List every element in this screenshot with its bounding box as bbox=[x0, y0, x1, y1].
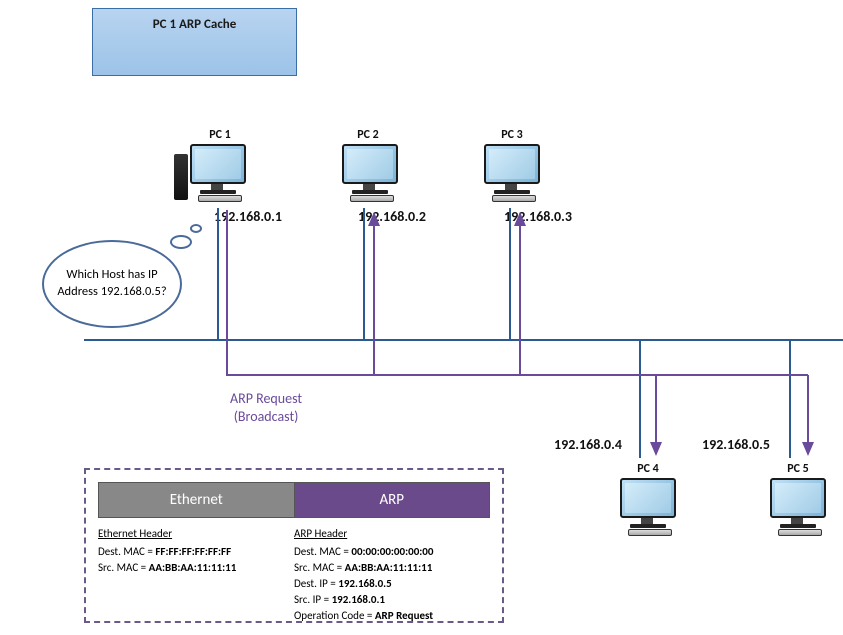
pc5-ip: 192.168.0.5 bbox=[702, 436, 770, 453]
eth-src-mac-label: Src. MAC = bbox=[98, 561, 149, 574]
arp-op: ARP Request bbox=[375, 609, 433, 622]
arp-request-label: ARP Request (Broadcast) bbox=[230, 390, 302, 426]
arp-op-label: Operation Code = bbox=[294, 609, 375, 622]
pc4-icon bbox=[608, 478, 680, 536]
eth-src-mac: AA:BB:AA:11:11:11 bbox=[149, 561, 237, 574]
pc4-label: PC 4 bbox=[618, 462, 678, 476]
arp-dest-mac: 00:00:00:00:00:00 bbox=[351, 545, 433, 558]
arp-dest-mac-label: Dest. MAC = bbox=[294, 545, 351, 558]
ethernet-header-cell: Ethernet bbox=[99, 483, 294, 517]
arp-header-title: ARP Header bbox=[294, 526, 484, 542]
arp-request-line1: ARP Request bbox=[230, 390, 302, 407]
speech-bubble-text: Which Host has IP Address 192.168.0.5? bbox=[52, 267, 172, 301]
eth-dest-mac: FF:FF:FF:FF:FF:FF bbox=[155, 545, 231, 558]
eth-dest-mac-label: Dest. MAC = bbox=[98, 545, 155, 558]
arp-header-cell: ARP bbox=[294, 483, 490, 517]
speech-bubble-tail bbox=[170, 235, 192, 249]
arp-request-line2: (Broadcast) bbox=[234, 408, 299, 425]
arp-src-ip: 192.168.0.1 bbox=[332, 593, 385, 606]
ethernet-header-details: Ethernet Header Dest. MAC = FF:FF:FF:FF:… bbox=[98, 526, 294, 624]
arp-src-mac-label: Src. MAC = bbox=[294, 561, 345, 574]
arp-header-details: ARP Header Dest. MAC = 00:00:00:00:00:00… bbox=[294, 526, 490, 624]
packet-header-row: Ethernet ARP bbox=[98, 482, 490, 518]
pc5-icon bbox=[758, 478, 830, 536]
speech-bubble: Which Host has IP Address 192.168.0.5? bbox=[42, 240, 182, 328]
arp-src-mac: AA:BB:AA:11:11:11 bbox=[345, 561, 433, 574]
speech-bubble-tail bbox=[190, 224, 202, 233]
pc4-ip: 192.168.0.4 bbox=[554, 436, 622, 453]
arp-dest-ip-label: Dest. IP = bbox=[294, 577, 338, 590]
ethernet-header-title: Ethernet Header bbox=[98, 526, 288, 542]
packet-box: Ethernet ARP Ethernet Header Dest. MAC =… bbox=[84, 468, 504, 623]
pc5-label: PC 5 bbox=[768, 462, 828, 476]
arp-dest-ip: 192.168.0.5 bbox=[338, 577, 391, 590]
arp-src-ip-label: Src. IP = bbox=[294, 593, 332, 606]
